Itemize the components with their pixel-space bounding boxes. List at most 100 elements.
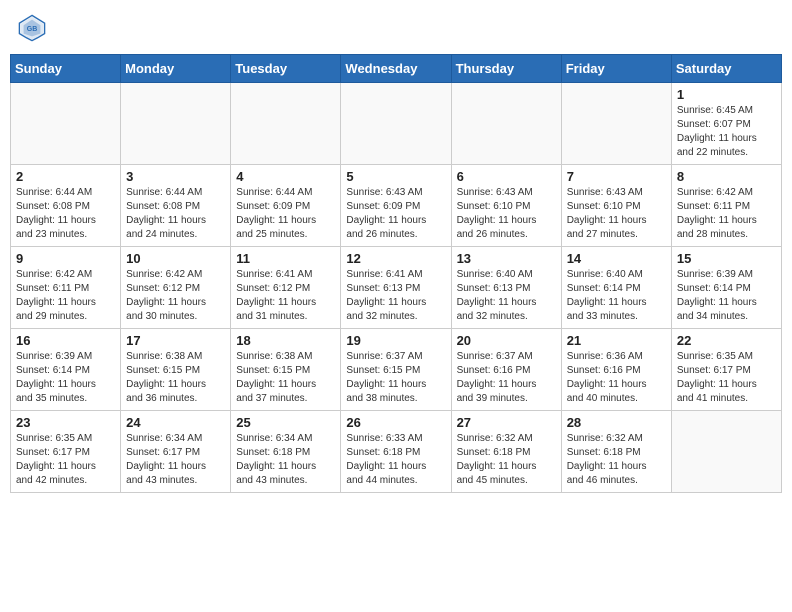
header-day-monday: Monday <box>121 55 231 83</box>
calendar-cell: 15Sunrise: 6:39 AM Sunset: 6:14 PM Dayli… <box>671 247 781 329</box>
day-info: Sunrise: 6:42 AM Sunset: 6:11 PM Dayligh… <box>16 268 115 324</box>
day-info: Sunrise: 6:39 AM Sunset: 6:14 PM Dayligh… <box>16 350 115 406</box>
calendar-cell: 4 Sunrise: 6:44 AM Sunset: 6:09 PM Daylig… <box>231 165 341 247</box>
calendar-cell: 14Sunrise: 6:40 AM Sunset: 6:14 PM Dayli… <box>561 247 671 329</box>
day-info: Sunrise: 6:41 AM Sunset: 6:13 PM Dayligh… <box>346 268 445 324</box>
header-day-saturday: Saturday <box>671 55 781 83</box>
calendar-cell: 8Sunrise: 6:42 AM Sunset: 6:11 PM Daylig… <box>671 165 781 247</box>
header-day-wednesday: Wednesday <box>341 55 451 83</box>
day-number: 4 <box>236 169 335 184</box>
day-number: 5 <box>346 169 445 184</box>
day-info: Sunrise: 6:44 AM Sunset: 6:08 PM Dayligh… <box>16 186 115 242</box>
day-number: 3 <box>126 169 225 184</box>
calendar-cell: 20 Sunrise: 6:37 AM Sunset: 6:16 PM Dayli… <box>451 329 561 411</box>
day-number: 28 <box>567 415 666 430</box>
day-number: 17 <box>126 333 225 348</box>
day-info: Sunrise: 6:44 AM Sunset: 6:09 PM Dayligh… <box>236 186 335 242</box>
calendar-cell: 25 Sunrise: 6:34 AM Sunset: 6:18 PM Dayli… <box>231 411 341 493</box>
day-number: 20 <box>457 333 556 348</box>
day-info: Sunrise: 6:42 AM Sunset: 6:11 PM Dayligh… <box>677 186 776 242</box>
day-number: 10 <box>126 251 225 266</box>
day-info: Sunrise: 6:38 AM Sunset: 6:15 PM Dayligh… <box>126 350 225 406</box>
day-info: Sunrise: 6:41 AM Sunset: 6:12 PM Dayligh… <box>236 268 335 324</box>
header-day-tuesday: Tuesday <box>231 55 341 83</box>
calendar-week-1: 1 Sunrise: 6:45 AM Sunset: 6:07 PM Daylig… <box>11 83 782 165</box>
day-info: Sunrise: 6:37 AM Sunset: 6:15 PM Dayligh… <box>346 350 445 406</box>
day-info: Sunrise: 6:34 AM Sunset: 6:18 PM Dayligh… <box>236 432 335 488</box>
calendar-cell <box>451 83 561 165</box>
calendar-cell: 1 Sunrise: 6:45 AM Sunset: 6:07 PM Daylig… <box>671 83 781 165</box>
day-number: 13 <box>457 251 556 266</box>
day-number: 27 <box>457 415 556 430</box>
day-number: 19 <box>346 333 445 348</box>
day-number: 7 <box>567 169 666 184</box>
calendar-cell: 12 Sunrise: 6:41 AM Sunset: 6:13 PM Dayli… <box>341 247 451 329</box>
calendar-cell: 22 Sunrise: 6:35 AM Sunset: 6:17 PM Dayli… <box>671 329 781 411</box>
calendar-cell <box>671 411 781 493</box>
calendar-week-4: 16 Sunrise: 6:39 AM Sunset: 6:14 PM Dayli… <box>11 329 782 411</box>
day-info: Sunrise: 6:35 AM Sunset: 6:17 PM Dayligh… <box>16 432 115 488</box>
calendar-cell: 23 Sunrise: 6:35 AM Sunset: 6:17 PM Dayli… <box>11 411 121 493</box>
calendar-cell: 19 Sunrise: 6:37 AM Sunset: 6:15 PM Dayli… <box>341 329 451 411</box>
calendar-week-2: 2 Sunrise: 6:44 AM Sunset: 6:08 PM Daylig… <box>11 165 782 247</box>
day-info: Sunrise: 6:45 AM Sunset: 6:07 PM Dayligh… <box>677 104 776 160</box>
day-info: Sunrise: 6:35 AM Sunset: 6:17 PM Dayligh… <box>677 350 776 406</box>
calendar-cell <box>121 83 231 165</box>
day-number: 25 <box>236 415 335 430</box>
day-number: 21 <box>567 333 666 348</box>
day-info: Sunrise: 6:39 AM Sunset: 6:14 PM Dayligh… <box>677 268 776 324</box>
calendar-cell: 21Sunrise: 6:36 AM Sunset: 6:16 PM Dayli… <box>561 329 671 411</box>
header-day-friday: Friday <box>561 55 671 83</box>
day-info: Sunrise: 6:40 AM Sunset: 6:13 PM Dayligh… <box>457 268 556 324</box>
calendar-cell: 24 Sunrise: 6:34 AM Sunset: 6:17 PM Dayli… <box>121 411 231 493</box>
day-info: Sunrise: 6:34 AM Sunset: 6:17 PM Dayligh… <box>126 432 225 488</box>
day-number: 2 <box>16 169 115 184</box>
calendar-cell: 9 Sunrise: 6:42 AM Sunset: 6:11 PM Daylig… <box>11 247 121 329</box>
calendar-week-3: 9 Sunrise: 6:42 AM Sunset: 6:11 PM Daylig… <box>11 247 782 329</box>
day-number: 9 <box>16 251 115 266</box>
calendar-cell: 6 Sunrise: 6:43 AM Sunset: 6:10 PM Daylig… <box>451 165 561 247</box>
calendar-cell: 28 Sunrise: 6:32 AM Sunset: 6:18 PM Dayli… <box>561 411 671 493</box>
calendar-cell: 3 Sunrise: 6:44 AM Sunset: 6:08 PM Daylig… <box>121 165 231 247</box>
calendar-cell: 27 Sunrise: 6:32 AM Sunset: 6:18 PM Dayli… <box>451 411 561 493</box>
day-number: 1 <box>677 87 776 102</box>
day-info: Sunrise: 6:42 AM Sunset: 6:12 PM Dayligh… <box>126 268 225 324</box>
day-number: 12 <box>346 251 445 266</box>
day-info: Sunrise: 6:38 AM Sunset: 6:15 PM Dayligh… <box>236 350 335 406</box>
calendar-cell: 5Sunrise: 6:43 AM Sunset: 6:09 PM Daylig… <box>341 165 451 247</box>
day-number: 23 <box>16 415 115 430</box>
day-info: Sunrise: 6:37 AM Sunset: 6:16 PM Dayligh… <box>457 350 556 406</box>
calendar-body: 1 Sunrise: 6:45 AM Sunset: 6:07 PM Daylig… <box>11 83 782 493</box>
calendar-week-5: 23 Sunrise: 6:35 AM Sunset: 6:17 PM Dayli… <box>11 411 782 493</box>
calendar-cell <box>11 83 121 165</box>
day-number: 6 <box>457 169 556 184</box>
calendar-cell: 11 Sunrise: 6:41 AM Sunset: 6:12 PM Dayli… <box>231 247 341 329</box>
calendar-cell: 17 Sunrise: 6:38 AM Sunset: 6:15 PM Dayli… <box>121 329 231 411</box>
day-number: 24 <box>126 415 225 430</box>
day-info: Sunrise: 6:43 AM Sunset: 6:10 PM Dayligh… <box>457 186 556 242</box>
logo-icon: GB <box>18 14 46 42</box>
day-number: 14 <box>567 251 666 266</box>
day-number: 22 <box>677 333 776 348</box>
page-header: GB <box>10 10 782 46</box>
calendar-cell <box>231 83 341 165</box>
svg-text:GB: GB <box>27 26 38 33</box>
calendar-cell: 26Sunrise: 6:33 AM Sunset: 6:18 PM Dayli… <box>341 411 451 493</box>
day-info: Sunrise: 6:32 AM Sunset: 6:18 PM Dayligh… <box>457 432 556 488</box>
day-info: Sunrise: 6:32 AM Sunset: 6:18 PM Dayligh… <box>567 432 666 488</box>
day-number: 16 <box>16 333 115 348</box>
header-day-sunday: Sunday <box>11 55 121 83</box>
calendar-cell: 16 Sunrise: 6:39 AM Sunset: 6:14 PM Dayli… <box>11 329 121 411</box>
day-number: 11 <box>236 251 335 266</box>
calendar-cell: 7 Sunrise: 6:43 AM Sunset: 6:10 PM Daylig… <box>561 165 671 247</box>
day-info: Sunrise: 6:44 AM Sunset: 6:08 PM Dayligh… <box>126 186 225 242</box>
logo: GB <box>18 14 50 42</box>
day-info: Sunrise: 6:33 AM Sunset: 6:18 PM Dayligh… <box>346 432 445 488</box>
calendar-cell <box>561 83 671 165</box>
calendar-cell: 18 Sunrise: 6:38 AM Sunset: 6:15 PM Dayli… <box>231 329 341 411</box>
day-number: 18 <box>236 333 335 348</box>
day-info: Sunrise: 6:43 AM Sunset: 6:10 PM Dayligh… <box>567 186 666 242</box>
calendar-header: SundayMondayTuesdayWednesdayThursdayFrid… <box>11 55 782 83</box>
calendar-cell: 10 Sunrise: 6:42 AM Sunset: 6:12 PM Dayli… <box>121 247 231 329</box>
calendar-cell <box>341 83 451 165</box>
